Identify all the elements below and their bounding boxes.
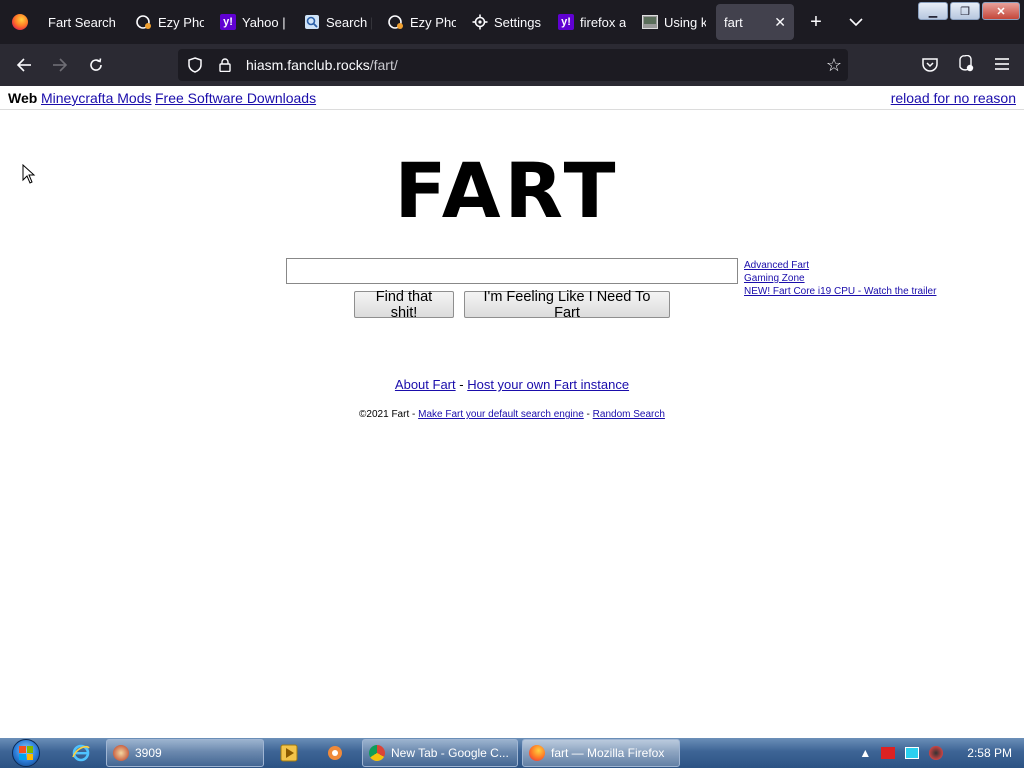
taskbar-item-3909[interactable]: 3909 [106,739,264,767]
top-links-bar: Web Mineycrafta Mods Free Software Downl… [0,86,1024,110]
search-input[interactable] [286,258,738,284]
reload-for-no-reason-link[interactable]: reload for no reason [891,90,1016,106]
taskbar-item-chrome[interactable]: New Tab - Google C... [362,739,518,767]
close-tab-icon[interactable]: ✕ [764,14,786,31]
feeling-lucky-button[interactable]: I'm Feeling Like I Need To Fart [464,289,670,321]
tab-label: Ezy Pho [158,14,204,30]
tab-label: Fart Search [48,14,116,30]
windows-logo-icon [12,739,40,767]
start-button[interactable] [6,738,46,768]
tab-label: Using k [664,14,706,30]
tab-label: fart [724,14,743,30]
url-host: hiasm.fanclub.rocks [246,57,370,73]
tab-yahoo[interactable]: y! Yahoo | [212,4,296,40]
lock-icon[interactable] [210,58,240,72]
tab-fart-active[interactable]: fart ✕ [716,4,794,40]
tab-label: Ezy Pho [410,14,456,30]
tab-label: Yahoo | [242,14,286,30]
yahoo-icon: y! [220,14,236,30]
random-search-link[interactable]: Random Search [593,409,665,420]
new-tab-button[interactable]: + [796,4,836,40]
reload-button[interactable] [78,49,114,81]
make-default-link[interactable]: Make Fart your default search engine [418,409,584,420]
back-button[interactable] [6,49,42,81]
clock[interactable]: 2:58 PM [967,746,1012,760]
host-instance-link[interactable]: Host your own Fart instance [467,377,629,392]
media-player-icon[interactable] [276,741,302,765]
minimize-button[interactable]: ▁ [918,2,948,20]
footer-separator: - [586,409,590,420]
url-path: /fart/ [369,57,398,73]
web-label: Web [8,90,38,106]
side-links: Advanced Fart Gaming Zone NEW! Fart Core… [744,259,936,298]
fart-core-cpu-link[interactable]: NEW! Fart Core i19 CPU - Watch the trail… [744,285,936,298]
about-links: About Fart - Host your own Fart instance [0,377,1024,392]
ezy-photo-icon [388,14,404,30]
app-icon [113,745,129,761]
close-window-button[interactable]: ✕ [982,2,1020,20]
tab-label: Search | [326,14,372,30]
windows-taskbar: 3909 New Tab - Google C... fart — Mozill… [0,738,1024,768]
menu-hamburger-icon[interactable] [988,50,1016,78]
taskbar-item-firefox[interactable]: fart — Mozilla Firefox [522,739,680,767]
tab-using[interactable]: Using k [634,4,714,40]
tab-ezy-photo-2[interactable]: Ezy Pho [380,4,464,40]
about-separator: - [459,377,464,392]
footer: ©2021 Fart - Make Fart your default sear… [0,409,1024,420]
window-controls: ▁ ❐ ✕ [918,2,1020,20]
tab-fart-search[interactable]: Fart Search [40,4,128,40]
copyright-text: ©2021 Fart - [359,409,416,420]
tab-settings[interactable]: Settings [464,4,550,40]
address-bar[interactable]: hiasm.fanclub.rocks/fart/ ☆ [178,49,848,81]
network-tray-icon[interactable] [905,747,920,759]
advanced-fart-link[interactable]: Advanced Fart [744,259,936,272]
tab-label: firefox a [580,14,626,30]
page-content: Web Mineycrafta Mods Free Software Downl… [0,86,1024,738]
extensions-icon[interactable] [952,50,980,78]
search-button[interactable]: Find that shit! [354,289,454,321]
internet-explorer-icon[interactable] [68,741,94,765]
show-hidden-icons-icon[interactable]: ▲ [859,746,871,760]
taskbar-item-label: fart — Mozilla Firefox [551,746,665,760]
bookmark-star-icon[interactable]: ☆ [826,55,842,76]
tab-ezy-photo-1[interactable]: Ezy Pho [128,4,212,40]
restore-button[interactable]: ❐ [950,2,980,20]
gear-icon [472,14,488,30]
tab-label: Settings [494,14,541,30]
taskbar-item-label: 3909 [135,746,162,760]
pocket-icon[interactable] [916,50,944,78]
tab-firefox-yahoo[interactable]: y! firefox a [550,4,634,40]
shield-icon[interactable] [180,57,210,73]
security-tray-icon[interactable] [929,746,944,760]
navigation-toolbar: hiasm.fanclub.rocks/fart/ ☆ [0,44,1024,86]
list-all-tabs-button[interactable] [836,4,876,40]
image-icon [642,14,658,30]
yahoo-icon: y! [558,14,574,30]
toolbar-right [916,50,1016,78]
system-tray: ▲ 2:58 PM [859,738,1012,768]
flag-tray-icon[interactable] [881,747,896,759]
free-software-downloads-link[interactable]: Free Software Downloads [155,90,316,106]
app-launcher-icon[interactable] [322,741,348,765]
about-fart-link[interactable]: About Fart [395,377,456,392]
url-text: hiasm.fanclub.rocks/fart/ [240,57,398,73]
firefox-icon [529,745,545,761]
taskbar-item-label: New Tab - Google C... [391,746,509,760]
tab-strip: Fart Search Ezy Pho y! Yahoo | Search | … [0,0,1024,44]
tab-search[interactable]: Search | [296,4,380,40]
chrome-icon [369,745,385,761]
forward-button[interactable] [42,49,78,81]
fart-logo: FART [394,146,620,235]
firefox-logo-icon[interactable] [0,0,40,44]
search-icon [304,14,320,30]
ezy-photo-icon [136,14,152,30]
mineycrafta-mods-link[interactable]: Mineycrafta Mods [41,90,151,106]
gaming-zone-link[interactable]: Gaming Zone [744,272,936,285]
